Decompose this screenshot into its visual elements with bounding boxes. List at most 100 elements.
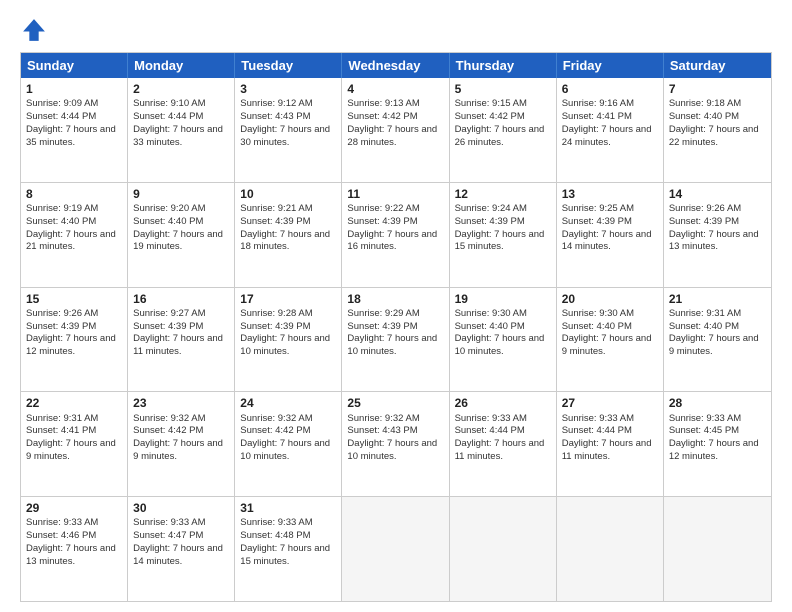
sunset-label: Sunset: 4:44 PM bbox=[455, 425, 525, 436]
day-number: 23 bbox=[133, 395, 229, 411]
sunset-label: Sunset: 4:40 PM bbox=[562, 321, 632, 332]
daylight-label: Daylight: 7 hours and 11 minutes. bbox=[562, 438, 652, 462]
calendar-cell: 11 Sunrise: 9:22 AM Sunset: 4:39 PM Dayl… bbox=[342, 183, 449, 287]
daylight-label: Daylight: 7 hours and 9 minutes. bbox=[26, 438, 116, 462]
sunset-label: Sunset: 4:42 PM bbox=[240, 425, 310, 436]
sunset-label: Sunset: 4:44 PM bbox=[26, 111, 96, 122]
daylight-label: Daylight: 7 hours and 10 minutes. bbox=[240, 438, 330, 462]
daylight-label: Daylight: 7 hours and 11 minutes. bbox=[133, 333, 223, 357]
calendar-cell bbox=[557, 497, 664, 601]
header-day-tuesday: Tuesday bbox=[235, 53, 342, 78]
header bbox=[20, 16, 772, 44]
calendar-header: SundayMondayTuesdayWednesdayThursdayFrid… bbox=[21, 53, 771, 78]
daylight-label: Daylight: 7 hours and 10 minutes. bbox=[240, 333, 330, 357]
day-number: 26 bbox=[455, 395, 551, 411]
calendar-cell: 26 Sunrise: 9:33 AM Sunset: 4:44 PM Dayl… bbox=[450, 392, 557, 496]
calendar-cell: 23 Sunrise: 9:32 AM Sunset: 4:42 PM Dayl… bbox=[128, 392, 235, 496]
header-day-wednesday: Wednesday bbox=[342, 53, 449, 78]
calendar-cell bbox=[450, 497, 557, 601]
sunset-label: Sunset: 4:45 PM bbox=[669, 425, 739, 436]
calendar-cell: 29 Sunrise: 9:33 AM Sunset: 4:46 PM Dayl… bbox=[21, 497, 128, 601]
sunrise-label: Sunrise: 9:31 AM bbox=[669, 308, 741, 319]
daylight-label: Daylight: 7 hours and 12 minutes. bbox=[669, 438, 759, 462]
sunrise-label: Sunrise: 9:32 AM bbox=[133, 413, 205, 424]
calendar-cell: 17 Sunrise: 9:28 AM Sunset: 4:39 PM Dayl… bbox=[235, 288, 342, 392]
daylight-label: Daylight: 7 hours and 13 minutes. bbox=[26, 543, 116, 567]
daylight-label: Daylight: 7 hours and 35 minutes. bbox=[26, 124, 116, 148]
sunrise-label: Sunrise: 9:30 AM bbox=[562, 308, 634, 319]
sunset-label: Sunset: 4:39 PM bbox=[26, 321, 96, 332]
sunrise-label: Sunrise: 9:27 AM bbox=[133, 308, 205, 319]
calendar-cell: 10 Sunrise: 9:21 AM Sunset: 4:39 PM Dayl… bbox=[235, 183, 342, 287]
daylight-label: Daylight: 7 hours and 11 minutes. bbox=[455, 438, 545, 462]
daylight-label: Daylight: 7 hours and 28 minutes. bbox=[347, 124, 437, 148]
sunrise-label: Sunrise: 9:26 AM bbox=[669, 203, 741, 214]
sunset-label: Sunset: 4:41 PM bbox=[26, 425, 96, 436]
sunset-label: Sunset: 4:40 PM bbox=[133, 216, 203, 227]
sunset-label: Sunset: 4:39 PM bbox=[347, 216, 417, 227]
sunrise-label: Sunrise: 9:10 AM bbox=[133, 98, 205, 109]
calendar-row-2: 15 Sunrise: 9:26 AM Sunset: 4:39 PM Dayl… bbox=[21, 287, 771, 392]
calendar-cell: 31 Sunrise: 9:33 AM Sunset: 4:48 PM Dayl… bbox=[235, 497, 342, 601]
daylight-label: Daylight: 7 hours and 9 minutes. bbox=[562, 333, 652, 357]
sunrise-label: Sunrise: 9:13 AM bbox=[347, 98, 419, 109]
day-number: 22 bbox=[26, 395, 122, 411]
sunrise-label: Sunrise: 9:21 AM bbox=[240, 203, 312, 214]
day-number: 19 bbox=[455, 291, 551, 307]
calendar-cell: 18 Sunrise: 9:29 AM Sunset: 4:39 PM Dayl… bbox=[342, 288, 449, 392]
day-number: 14 bbox=[669, 186, 766, 202]
sunset-label: Sunset: 4:39 PM bbox=[240, 321, 310, 332]
calendar-row-4: 29 Sunrise: 9:33 AM Sunset: 4:46 PM Dayl… bbox=[21, 496, 771, 601]
sunset-label: Sunset: 4:43 PM bbox=[240, 111, 310, 122]
calendar-cell bbox=[664, 497, 771, 601]
sunset-label: Sunset: 4:39 PM bbox=[240, 216, 310, 227]
sunrise-label: Sunrise: 9:20 AM bbox=[133, 203, 205, 214]
sunrise-label: Sunrise: 9:16 AM bbox=[562, 98, 634, 109]
calendar-cell: 2 Sunrise: 9:10 AM Sunset: 4:44 PM Dayli… bbox=[128, 78, 235, 182]
calendar-cell: 22 Sunrise: 9:31 AM Sunset: 4:41 PM Dayl… bbox=[21, 392, 128, 496]
daylight-label: Daylight: 7 hours and 10 minutes. bbox=[347, 438, 437, 462]
sunset-label: Sunset: 4:44 PM bbox=[133, 111, 203, 122]
daylight-label: Daylight: 7 hours and 13 minutes. bbox=[669, 229, 759, 253]
day-number: 29 bbox=[26, 500, 122, 516]
sunset-label: Sunset: 4:39 PM bbox=[562, 216, 632, 227]
header-day-saturday: Saturday bbox=[664, 53, 771, 78]
calendar-cell bbox=[342, 497, 449, 601]
day-number: 24 bbox=[240, 395, 336, 411]
day-number: 25 bbox=[347, 395, 443, 411]
day-number: 12 bbox=[455, 186, 551, 202]
calendar-cell: 28 Sunrise: 9:33 AM Sunset: 4:45 PM Dayl… bbox=[664, 392, 771, 496]
sunrise-label: Sunrise: 9:33 AM bbox=[26, 517, 98, 528]
sunset-label: Sunset: 4:48 PM bbox=[240, 530, 310, 541]
daylight-label: Daylight: 7 hours and 24 minutes. bbox=[562, 124, 652, 148]
daylight-label: Daylight: 7 hours and 22 minutes. bbox=[669, 124, 759, 148]
daylight-label: Daylight: 7 hours and 9 minutes. bbox=[669, 333, 759, 357]
sunset-label: Sunset: 4:43 PM bbox=[347, 425, 417, 436]
sunset-label: Sunset: 4:42 PM bbox=[347, 111, 417, 122]
calendar-cell: 21 Sunrise: 9:31 AM Sunset: 4:40 PM Dayl… bbox=[664, 288, 771, 392]
sunset-label: Sunset: 4:40 PM bbox=[669, 111, 739, 122]
sunset-label: Sunset: 4:46 PM bbox=[26, 530, 96, 541]
calendar-body: 1 Sunrise: 9:09 AM Sunset: 4:44 PM Dayli… bbox=[21, 78, 771, 601]
header-day-sunday: Sunday bbox=[21, 53, 128, 78]
day-number: 8 bbox=[26, 186, 122, 202]
calendar-cell: 12 Sunrise: 9:24 AM Sunset: 4:39 PM Dayl… bbox=[450, 183, 557, 287]
calendar-row-3: 22 Sunrise: 9:31 AM Sunset: 4:41 PM Dayl… bbox=[21, 391, 771, 496]
daylight-label: Daylight: 7 hours and 14 minutes. bbox=[562, 229, 652, 253]
calendar-cell: 25 Sunrise: 9:32 AM Sunset: 4:43 PM Dayl… bbox=[342, 392, 449, 496]
day-number: 3 bbox=[240, 81, 336, 97]
calendar-row-0: 1 Sunrise: 9:09 AM Sunset: 4:44 PM Dayli… bbox=[21, 78, 771, 182]
day-number: 13 bbox=[562, 186, 658, 202]
day-number: 31 bbox=[240, 500, 336, 516]
sunrise-label: Sunrise: 9:22 AM bbox=[347, 203, 419, 214]
day-number: 2 bbox=[133, 81, 229, 97]
daylight-label: Daylight: 7 hours and 10 minutes. bbox=[455, 333, 545, 357]
calendar: SundayMondayTuesdayWednesdayThursdayFrid… bbox=[20, 52, 772, 602]
calendar-cell: 16 Sunrise: 9:27 AM Sunset: 4:39 PM Dayl… bbox=[128, 288, 235, 392]
daylight-label: Daylight: 7 hours and 15 minutes. bbox=[455, 229, 545, 253]
sunrise-label: Sunrise: 9:33 AM bbox=[562, 413, 634, 424]
calendar-cell: 30 Sunrise: 9:33 AM Sunset: 4:47 PM Dayl… bbox=[128, 497, 235, 601]
sunset-label: Sunset: 4:41 PM bbox=[562, 111, 632, 122]
day-number: 20 bbox=[562, 291, 658, 307]
day-number: 10 bbox=[240, 186, 336, 202]
